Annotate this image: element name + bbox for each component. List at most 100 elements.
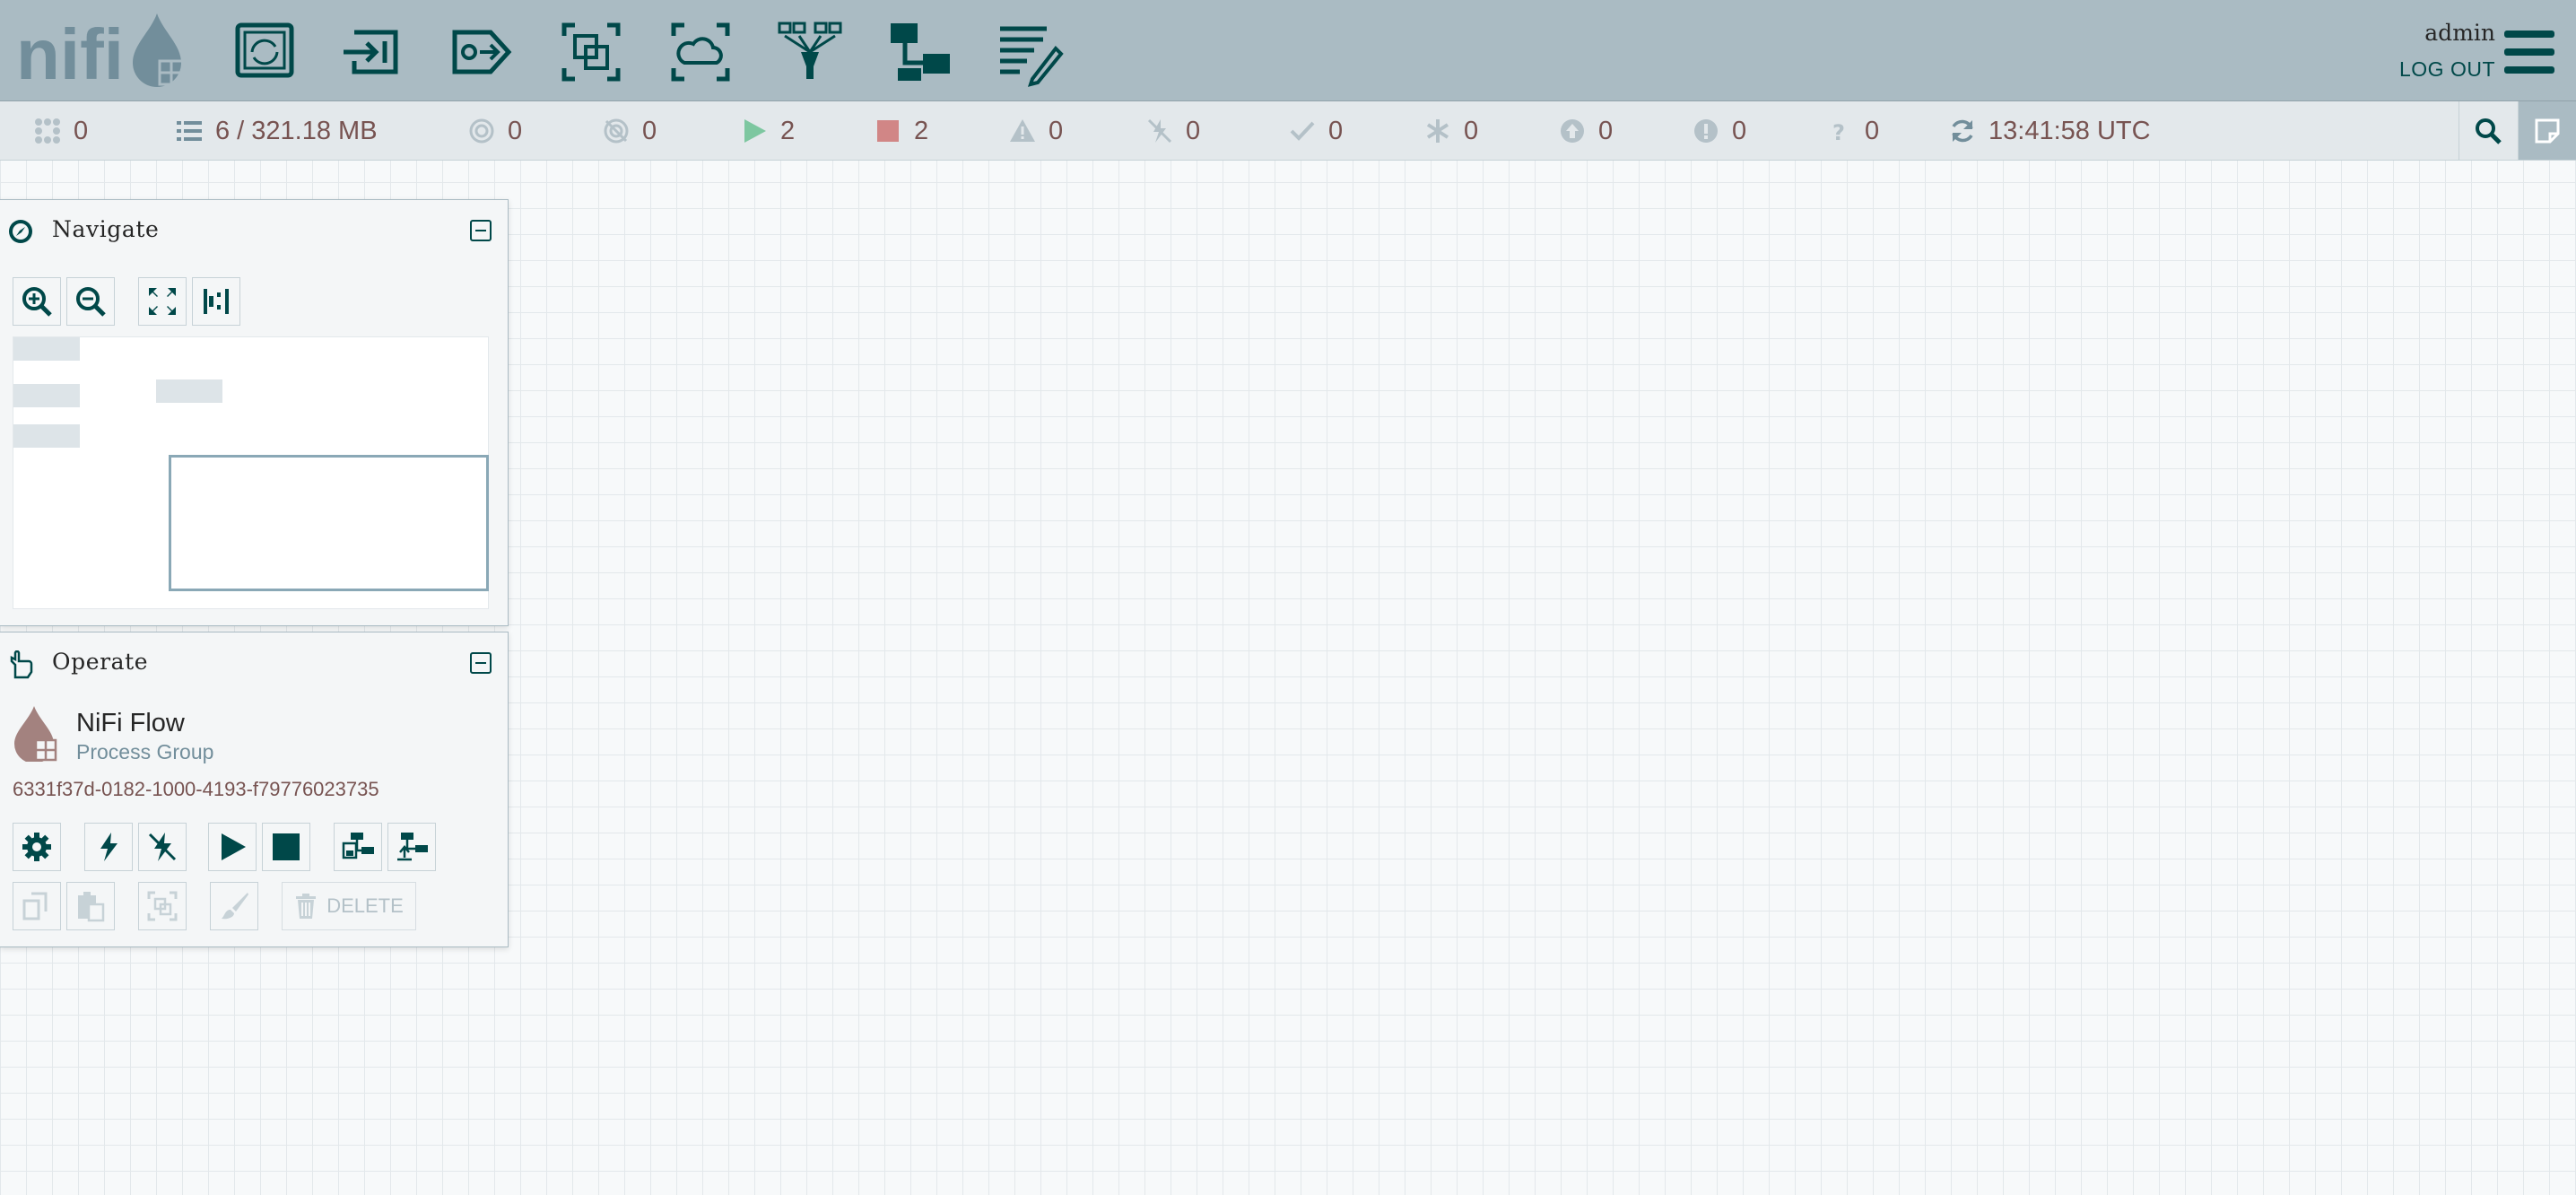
- actual-size-icon: [204, 289, 229, 314]
- fit-screen-button[interactable]: [138, 277, 187, 326]
- operate-collapse-icon[interactable]: [470, 652, 492, 674]
- up-to-date-stat: 0: [1289, 101, 1343, 161]
- transmitting-icon: [468, 118, 495, 144]
- process-group-icon[interactable]: [555, 16, 627, 88]
- locally-modified-stale-stat: 0: [1693, 101, 1746, 161]
- operate-title: Operate: [52, 649, 149, 675]
- lightning-icon: [100, 833, 117, 861]
- search-icon[interactable]: [2459, 101, 2517, 160]
- locally-modified-stat: 0: [1424, 101, 1478, 161]
- zoom-out-icon: [76, 287, 106, 317]
- copy-button[interactable]: [13, 882, 61, 930]
- navigate-palette: Navigate: [0, 199, 509, 626]
- funnel-icon[interactable]: [774, 16, 846, 88]
- minimap-component: [13, 384, 80, 407]
- operate-palette: Operate NiFi Flow Process Group 6331f37d…: [0, 632, 509, 947]
- navigate-header[interactable]: Navigate: [0, 200, 508, 257]
- remote-process-group-icon[interactable]: [665, 16, 736, 88]
- play-icon: [741, 118, 768, 144]
- zoom-out-button[interactable]: [66, 277, 115, 326]
- not-transmitting-icon: [603, 118, 630, 144]
- minimap-component: [156, 379, 222, 403]
- transmitting-stat: 0: [468, 101, 522, 161]
- delete-button[interactable]: DELETE: [282, 882, 416, 930]
- processor-icon[interactable]: [229, 16, 300, 88]
- warning-icon: [1009, 118, 1036, 144]
- delete-label: DELETE: [326, 894, 404, 917]
- upload-template-button[interactable]: [387, 823, 436, 871]
- threads-icon: [34, 118, 61, 144]
- current-user: admin: [2424, 20, 2495, 46]
- enable-button[interactable]: [84, 823, 133, 871]
- stale-stat: 0: [1559, 101, 1613, 161]
- upload-template-icon: [397, 833, 428, 861]
- hamburger-menu-icon[interactable]: [2502, 25, 2556, 79]
- change-color-button[interactable]: [210, 882, 258, 930]
- compass-icon: [7, 218, 34, 245]
- paintbrush-icon: [222, 893, 248, 920]
- refresh-stat[interactable]: 13:41:58 UTC: [1949, 101, 2151, 161]
- process-group-drop-icon: [11, 704, 61, 763]
- invalid-value: 0: [1049, 116, 1064, 145]
- svg-text:nifi: nifi: [16, 14, 124, 94]
- refresh-icon[interactable]: [1949, 118, 1976, 144]
- active-threads-stat: 0: [34, 101, 88, 161]
- operate-header[interactable]: Operate: [0, 632, 508, 690]
- component-type: Process Group: [76, 740, 214, 763]
- actual-size-button[interactable]: [192, 277, 240, 326]
- birdseye-minimap[interactable]: [13, 336, 489, 609]
- queued-stat: 6 / 321.18 MB: [176, 101, 378, 161]
- stopped-stat: 2: [875, 101, 928, 161]
- up-to-date-value: 0: [1328, 116, 1344, 145]
- paste-button[interactable]: [66, 882, 115, 930]
- group-icon: [147, 891, 178, 921]
- refresh-time: 13:41:58 UTC: [1989, 116, 2151, 145]
- group-button[interactable]: [138, 882, 187, 930]
- not-transmitting-stat: 0: [603, 101, 657, 161]
- expand-icon: [149, 288, 176, 315]
- active-threads-value: 0: [74, 116, 89, 145]
- pointer-hand-icon: [7, 650, 34, 679]
- flow-status-bar: 0 6 / 321.18 MB 0 0 2 2 0 0 0 0 0 0 ? 0 …: [0, 101, 2576, 161]
- header-bar: nifi admin LOG OUT: [0, 0, 2576, 101]
- exclamation-circle-icon: [1693, 118, 1719, 144]
- minimap-component: [13, 337, 80, 361]
- stale-value: 0: [1598, 116, 1614, 145]
- transmitting-value: 0: [508, 116, 523, 145]
- paste-icon: [78, 892, 105, 922]
- disabled-value: 0: [1186, 116, 1201, 145]
- stop-button[interactable]: [262, 823, 310, 871]
- gear-icon: [22, 833, 51, 861]
- running-value: 2: [780, 116, 796, 145]
- save-template-icon: [342, 833, 374, 859]
- label-icon[interactable]: [993, 16, 1065, 88]
- input-port-icon[interactable]: [336, 16, 408, 88]
- arrow-circle-up-icon: [1559, 118, 1586, 144]
- sync-failure-value: 0: [1865, 116, 1880, 145]
- not-transmitting-value: 0: [642, 116, 657, 145]
- minimap-component: [13, 424, 80, 448]
- invalid-stat: 0: [1009, 101, 1063, 161]
- disable-button[interactable]: [138, 823, 187, 871]
- start-button[interactable]: [208, 823, 257, 871]
- asterisk-icon: [1424, 118, 1451, 144]
- save-template-button[interactable]: [334, 823, 382, 871]
- locally-modified-stale-value: 0: [1732, 116, 1747, 145]
- play-icon: [222, 833, 246, 860]
- template-icon[interactable]: [883, 16, 955, 88]
- minimap-viewport[interactable]: [169, 455, 489, 591]
- bulletin-board-icon[interactable]: [2518, 101, 2576, 160]
- disabled-icon: [1146, 118, 1173, 144]
- question-icon: ?: [1825, 118, 1852, 144]
- list-icon: [176, 118, 203, 144]
- logout-link[interactable]: LOG OUT: [2399, 57, 2495, 82]
- navigate-title: Navigate: [52, 216, 160, 242]
- disabled-stat: 0: [1146, 101, 1200, 161]
- zoom-in-button[interactable]: [13, 277, 61, 326]
- component-name: NiFi Flow: [76, 709, 185, 737]
- stop-icon: [875, 118, 901, 144]
- output-port-icon[interactable]: [446, 16, 518, 88]
- navigate-collapse-icon[interactable]: [470, 220, 492, 241]
- configure-button[interactable]: [13, 823, 61, 871]
- stopped-value: 2: [914, 116, 929, 145]
